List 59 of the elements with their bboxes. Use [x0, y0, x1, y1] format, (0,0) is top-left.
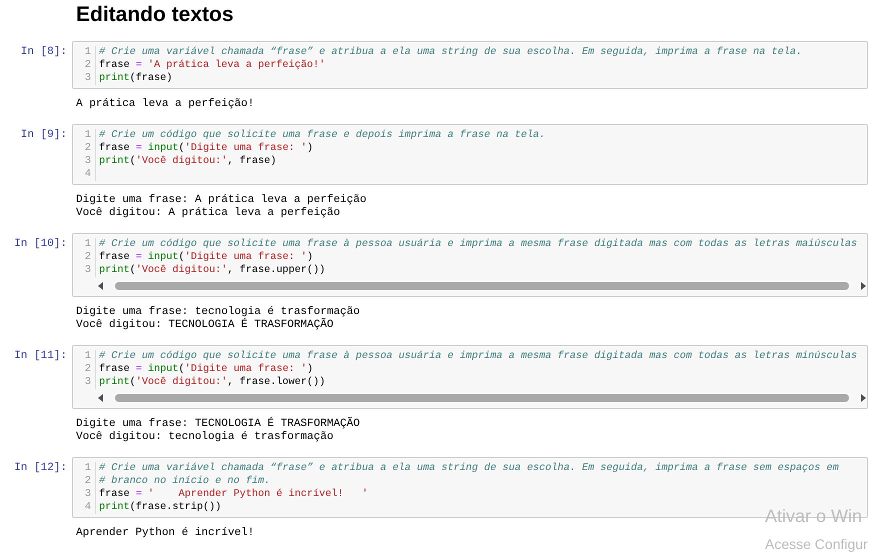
scroll-left-icon[interactable]: [97, 393, 105, 403]
activation-title: Ativar o Win: [765, 505, 864, 527]
output-line: Digite uma frase: A prática leva a perfeição: [75, 193, 368, 207]
code-cell[interactable]: 1 # Crie um código que solicite uma frase e depois imprima a frase na tela. 2 frase = input('Digite uma frase: ') 3 print('Você digitou:', frase) 4: [72, 124, 868, 185]
code-line: # Crie uma variável chamada “frase” e atribua a ela uma string de sua escolha. Em seguida, imprima a frase sem espaços em: [98, 462, 839, 475]
output-line: Digite uma frase: TECNOLOGIA É TRASFORMAÇÃO: [75, 416, 361, 431]
scroll-left-icon[interactable]: [97, 281, 105, 291]
code-line: print('Você digitou:', frase.lower()): [98, 376, 326, 389]
code-line: print('Você digitou:', frase): [98, 155, 276, 168]
code-line: frase = input('Digite uma frase: '): [98, 142, 314, 155]
line-number: 4: [73, 168, 96, 181]
line-number: 2: [73, 475, 96, 488]
output-line: Aprender Python é incrível!: [75, 526, 256, 540]
line-number: 2: [73, 251, 96, 264]
line-number: 3: [73, 376, 96, 389]
code-line: print(frase): [98, 72, 172, 85]
output-line: Você digitou: tecnologia é trasformação: [75, 431, 334, 444]
code-line: frase = input('Digite uma frase: '): [98, 363, 314, 376]
cell-prompt: In [11]:: [13, 349, 68, 364]
line-number: 1: [73, 238, 96, 251]
line-number: 3: [73, 488, 96, 501]
output-line: Digite uma frase: tecnologia é trasformação: [75, 305, 361, 318]
code-cell[interactable]: [72, 345, 868, 409]
output-line: Você digitou: TECNOLOGIA É TRASFORMAÇÃO: [75, 319, 334, 332]
line-number: 3: [73, 155, 96, 168]
code-line: frase = ' Aprender Python é incrível! ': [98, 488, 368, 501]
line-number: 3: [73, 72, 96, 85]
scroll-right-icon[interactable]: [859, 393, 867, 403]
activation-subtitle: Acesse Configur: [765, 535, 868, 553]
cell-prompt: In [10]:: [13, 237, 68, 252]
line-number: 2: [73, 363, 96, 376]
code-line: frase = 'A prática leva a perfeição!': [98, 59, 326, 72]
cell-prompt: In [8]:: [20, 45, 68, 60]
code-line: # Crie um código que solicite uma frase à pessoa usuária e imprima a mesma frase digitada mas com todas as letras minúsculas: [98, 350, 858, 363]
scrollbar-thumb[interactable]: [115, 394, 849, 402]
scroll-right-icon[interactable]: [859, 281, 867, 291]
code-line: # Crie uma variável chamada “frase” e atribua a ela uma string de sua escolha. Em seguida, imprima a frase na tela.: [98, 46, 802, 59]
line-number: 3: [73, 264, 96, 277]
line-number: 2: [73, 142, 96, 155]
code-cell[interactable]: 1 # Crie uma variável chamada “frase” e atribua a ela uma string de sua escolha. Em seguida, imprima a frase na tela. 2 frase = 'A prática leva a perfeição!' 3 print(frase): [72, 41, 868, 89]
code-line: # branco no início e no fim.: [98, 475, 270, 488]
line-number: 1: [73, 462, 96, 475]
cell-prompt: In [9]:: [20, 128, 68, 143]
line-number: 1: [73, 350, 96, 363]
line-number: 2: [73, 59, 96, 72]
line-number: 1: [73, 46, 96, 59]
code-line: print(frase.strip()): [98, 501, 222, 514]
line-number: 1: [73, 129, 96, 142]
scrollbar-thumb[interactable]: [115, 282, 849, 290]
notebook-heading: Editando textos: [75, 2, 235, 28]
code-line: print('Você digitou:', frase.upper()): [98, 264, 326, 277]
code-cell[interactable]: [72, 233, 868, 297]
code-line: frase = input('Digite uma frase: '): [98, 251, 314, 264]
code-line: # Crie um código que solicite uma frase à pessoa usuária e imprima a mesma frase digitada mas com todas as letras maiúsculas: [98, 238, 858, 251]
output-line: Você digitou: A prática leva a perfeição: [75, 207, 342, 220]
line-number: 4: [73, 501, 96, 514]
output-line: A prática leva a perfeição!: [75, 97, 256, 111]
cell-prompt: In [12]:: [13, 461, 68, 476]
code-line: # Crie um código que solicite uma frase e depois imprima a frase na tela.: [98, 129, 546, 142]
